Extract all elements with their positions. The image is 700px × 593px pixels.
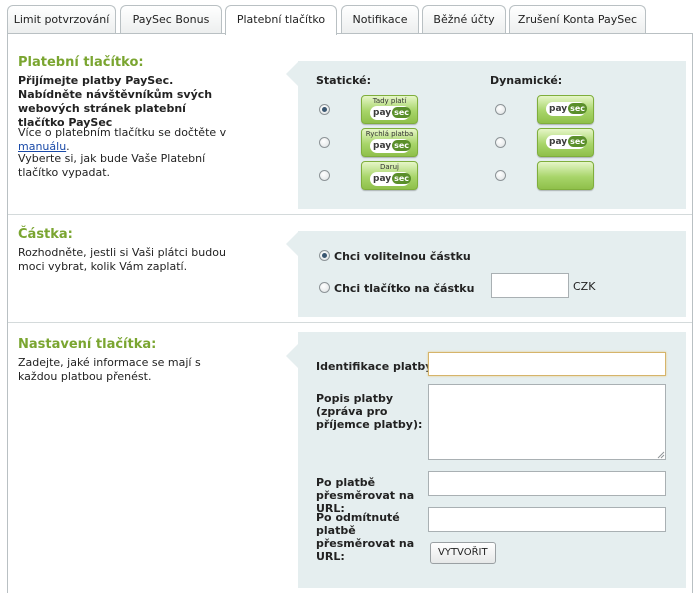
section-divider-2 xyxy=(8,322,692,323)
tab-paysec-bonus[interactable]: PaySec Bonus xyxy=(120,5,222,34)
choose-text: Vyberte si, jak bude Vaše Platební tlačí… xyxy=(18,152,206,179)
success-url-label: Po platbě přesměrovat na URL: xyxy=(316,476,415,515)
success-url-input[interactable] xyxy=(428,471,666,496)
dynamic-button-3-blank[interactable] xyxy=(537,161,594,190)
tab-platebni-tlacitko[interactable]: Platební tlačítko xyxy=(225,5,337,35)
static-radio-3[interactable] xyxy=(319,170,330,181)
section-divider-1 xyxy=(8,214,692,215)
static-button-daruj[interactable]: Daruj pay sec xyxy=(361,161,418,190)
static-button-caption: Tady platí xyxy=(372,97,407,105)
button-section-title: Platební tlačítko: xyxy=(18,55,144,70)
payment-description-label: Popis platby (zpráva pro příjemce platby… xyxy=(316,392,423,431)
static-label: Statické: xyxy=(316,74,372,87)
dynamic-button-1[interactable]: pay sec xyxy=(537,95,594,124)
resize-grip-icon[interactable] xyxy=(657,451,665,459)
currency-label: CZK xyxy=(573,280,596,293)
amount-fixed-radio[interactable] xyxy=(319,282,330,293)
paysec-logo: pay sec xyxy=(370,139,412,153)
dynamic-radio-3[interactable] xyxy=(495,170,506,181)
static-button-tady-plati[interactable]: Tady platí pay sec xyxy=(361,95,418,124)
amount-fixed-label[interactable]: Chci tlačítko na částku xyxy=(334,282,474,295)
static-radio-1[interactable] xyxy=(319,104,330,115)
amount-section-title: Částka: xyxy=(18,227,73,242)
paysec-logo: pay sec xyxy=(546,135,588,149)
dynamic-label: Dynamické: xyxy=(490,74,563,87)
fail-url-label: Po odmítnuté platbě přesměrovat na URL: xyxy=(316,511,415,563)
create-button[interactable]: VYTVOŘIT xyxy=(430,542,496,564)
payment-description-textarea[interactable] xyxy=(428,384,666,460)
paysec-logo: pay sec xyxy=(546,102,588,116)
settings-section-title: Nastavení tlačítka: xyxy=(18,337,157,352)
static-button-caption: Rychlá platba xyxy=(365,130,414,138)
amount-optional-radio[interactable] xyxy=(319,250,330,261)
fail-url-input[interactable] xyxy=(428,507,666,532)
settings-section-description: Zadejte, jaké informace se mají s každou… xyxy=(18,356,201,383)
amount-input[interactable] xyxy=(491,273,569,298)
tab-limit-potvrzovani[interactable]: Limit potvrzování xyxy=(7,5,116,34)
dynamic-radio-1[interactable] xyxy=(495,104,506,115)
panel-notch xyxy=(286,232,298,256)
tab-bar: Limit potvrzování PaySec Bonus Platební … xyxy=(0,0,700,35)
tab-zruseni-konta[interactable]: Zrušení Konta PaySec xyxy=(509,5,646,34)
paysec-logo: pay sec xyxy=(370,172,412,186)
amount-optional-label[interactable]: Chci volitelnou částku xyxy=(334,250,471,263)
manual-line: Více o platebním tlačítku se dočtěte v m… xyxy=(18,126,248,154)
button-section-intro: Přijímejte platby PaySec. Nabídněte návš… xyxy=(18,74,213,129)
dynamic-radio-2[interactable] xyxy=(495,137,506,148)
static-button-rychla-platba[interactable]: Rychlá platba pay sec xyxy=(361,128,418,157)
tab-notifikace[interactable]: Notifikace xyxy=(341,5,419,34)
dynamic-button-2[interactable]: pay sec xyxy=(537,128,594,157)
panel-notch xyxy=(286,344,298,368)
amount-section-description: Rozhodněte, jestli si Vaši plátci budou … xyxy=(18,246,226,273)
panel-notch xyxy=(286,62,298,86)
static-radio-2[interactable] xyxy=(319,137,330,148)
paysec-logo: pay sec xyxy=(370,106,412,120)
payment-id-input[interactable] xyxy=(428,352,666,376)
static-button-caption: Daruj xyxy=(380,163,399,171)
manual-prefix: Více o platebním tlačítku se dočtěte v xyxy=(18,126,227,139)
payment-id-label: Identifikace platby: xyxy=(316,360,437,373)
tab-bezne-ucty[interactable]: Běžné účty xyxy=(422,5,506,34)
